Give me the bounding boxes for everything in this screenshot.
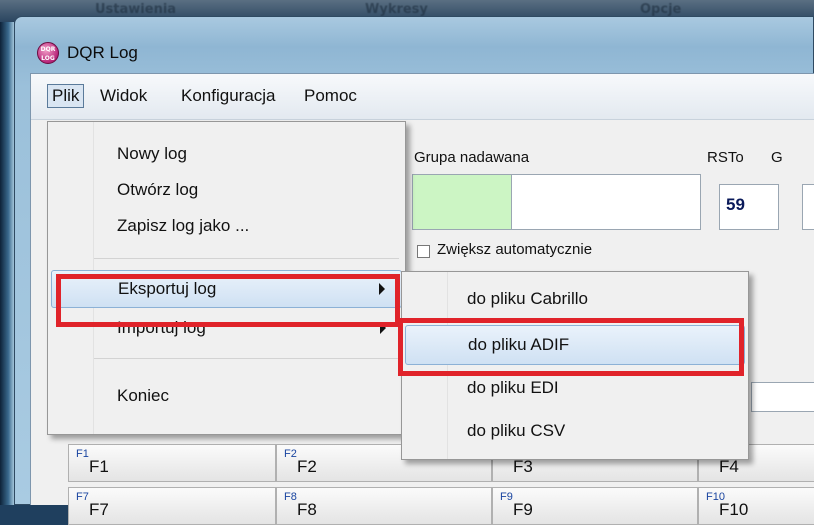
submenu-arrow-icon <box>380 322 386 334</box>
menu-plik[interactable]: Plik <box>47 84 85 108</box>
sent-group-field-green[interactable] <box>412 174 512 230</box>
fkey-tag: F9 <box>500 491 513 503</box>
rst-label: RSTo <box>707 149 744 166</box>
fkey-tag: F7 <box>76 491 89 503</box>
fkey-tag: F8 <box>284 491 297 503</box>
submenu-item-edi[interactable]: do pliku EDI <box>405 369 745 409</box>
next-field[interactable] <box>802 184 814 230</box>
menu-item-new-log[interactable]: Nowy log <box>51 136 402 174</box>
menu-item-label: Zapisz log jako ... <box>117 216 250 235</box>
sent-group-label: Grupa nadawana <box>414 149 530 166</box>
background-window-edge <box>0 22 14 505</box>
menu-widok[interactable]: Widok <box>95 84 152 108</box>
submenu-item-label: do pliku ADIF <box>468 335 570 354</box>
dqr-log-app-icon[interactable]: DQR LOG <box>37 42 59 64</box>
input-field-partial[interactable] <box>751 382 814 412</box>
menu-item-label: Nowy log <box>117 144 187 163</box>
sent-group-field[interactable] <box>511 174 701 230</box>
submenu-arrow-icon <box>379 283 385 295</box>
menu-item-export-log[interactable]: Eksportuj log <box>51 270 402 308</box>
file-menu-dropdown: Nowy log Otwórz log Zapisz log jako ... … <box>47 121 406 435</box>
submenu-item-label: do pliku EDI <box>467 378 559 397</box>
title-bar[interactable]: DQR LOG DQR Log <box>15 17 813 73</box>
rst-value: 59 <box>726 195 745 214</box>
next-column-label: G <box>771 149 783 166</box>
export-submenu: do pliku Cabrillo do pliku ADIF do pliku… <box>401 271 749 460</box>
background-text: Opcje <box>640 2 682 17</box>
menu-item-label: Importuj log <box>117 318 206 337</box>
submenu-item-adif[interactable]: do pliku ADIF <box>405 325 745 365</box>
fkey-f9[interactable]: F9 F9 <box>492 487 698 525</box>
menu-separator <box>94 358 399 359</box>
fkey-f7[interactable]: F7 F7 <box>68 487 276 525</box>
auto-increment-checkbox[interactable] <box>417 245 430 258</box>
auto-increment-label: Zwiększ automatycznie <box>437 241 593 258</box>
menu-pomoc[interactable]: Pomoc <box>299 84 362 108</box>
window-title: DQR Log <box>67 43 138 62</box>
background-text: Ustawienia <box>95 2 177 17</box>
menu-item-label: Eksportuj log <box>118 279 217 298</box>
menu-item-save-log-as[interactable]: Zapisz log jako ... <box>51 208 402 246</box>
app-icon-text: DQR LOG <box>40 46 56 62</box>
menu-bar: Plik Widok Konfiguracja Pomoc <box>31 74 814 120</box>
menu-item-label: Otwórz log <box>117 180 199 199</box>
menu-item-open-log[interactable]: Otwórz log <box>51 172 402 210</box>
fkey-label: F8 <box>297 500 317 519</box>
menu-item-exit[interactable]: Koniec <box>51 370 402 408</box>
fkey-f1[interactable]: F1 F1 <box>68 444 276 482</box>
fkey-label: F3 <box>513 457 533 476</box>
fkey-tag: F1 <box>76 448 89 460</box>
fkey-f8[interactable]: F8 F8 <box>276 487 492 525</box>
background-text: Wykresy <box>365 2 428 17</box>
fkey-label: F7 <box>89 500 109 519</box>
menu-separator <box>94 258 399 259</box>
submenu-item-cabrillo[interactable]: do pliku Cabrillo <box>405 280 745 320</box>
submenu-item-label: do pliku Cabrillo <box>467 289 588 308</box>
rst-sent-field[interactable]: 59 <box>719 184 779 230</box>
menu-item-import-log[interactable]: Importuj log <box>51 310 402 348</box>
fkey-label: F1 <box>89 457 109 476</box>
fkey-f10[interactable]: F10 F10 <box>698 487 814 525</box>
fkey-label: F2 <box>297 457 317 476</box>
menu-konfiguracja[interactable]: Konfiguracja <box>176 84 281 108</box>
submenu-item-csv[interactable]: do pliku CSV <box>405 412 745 452</box>
submenu-item-label: do pliku CSV <box>467 421 566 440</box>
fkey-label: F10 <box>719 500 749 519</box>
fkey-label: F9 <box>513 500 533 519</box>
fkey-tag: F2 <box>284 448 297 460</box>
fkey-label: F4 <box>719 457 739 476</box>
menu-item-label: Koniec <box>117 386 169 405</box>
